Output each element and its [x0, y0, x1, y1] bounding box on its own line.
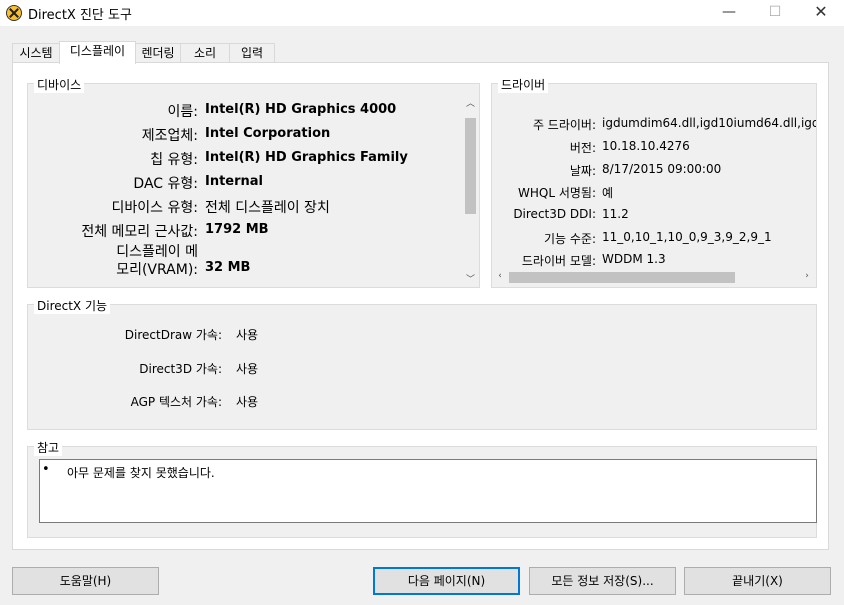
- vram-value: 32 MB: [205, 260, 251, 275]
- chip-type-value: Intel(R) HD Graphics Family: [205, 150, 408, 165]
- version-value: 10.18.10.4276: [602, 139, 690, 153]
- tab-input[interactable]: 입력: [229, 43, 275, 63]
- help-button[interactable]: 도움말(H): [12, 567, 159, 595]
- feature-levels-value: 11_0,10_1,10_0,9_3,9_2,9_1: [602, 230, 772, 244]
- device-name-label: 이름:: [167, 104, 198, 120]
- next-page-button[interactable]: 다음 페이지(N): [373, 567, 520, 595]
- d3d-ddi-label: Direct3D DDI:: [513, 207, 596, 221]
- driver-model-value: WDDM 1.3: [602, 252, 666, 266]
- close-button[interactable]: ✕: [798, 0, 844, 26]
- vram-label-line1: 디스플레이 메: [116, 244, 198, 260]
- driver-model-label: 드라이버 모델:: [521, 254, 596, 268]
- driver-info-list: 주 드라이버: igdumdim64.dll,igd10iumd64.dll,i…: [492, 84, 816, 269]
- maximize-button[interactable]: ☐: [752, 0, 798, 26]
- chip-type-label: 칩 유형:: [150, 152, 198, 168]
- directx-app-icon: [6, 5, 22, 21]
- dac-type-value: Internal: [205, 174, 264, 189]
- direct3d-accel-value: 사용: [236, 362, 259, 376]
- notes-textbox[interactable]: • 아무 문제를 찾지 못했습니다.: [39, 459, 817, 523]
- notes-item: 아무 문제를 찾지 못했습니다.: [67, 466, 215, 480]
- agp-texture-accel-label: AGP 텍스처 가속:: [130, 395, 222, 409]
- feature-levels-label: 기능 수준:: [543, 232, 596, 246]
- directx-features-group: DirectX 기능 DirectDraw 가속: 사용 Direct3D 가속…: [27, 297, 817, 430]
- minimize-button[interactable]: —: [706, 0, 752, 26]
- scroll-right-arrow-icon[interactable]: ›: [801, 271, 813, 281]
- horizontal-scroll-thumb[interactable]: [509, 272, 735, 283]
- device-name-value: Intel(R) HD Graphics 4000: [205, 102, 397, 117]
- title-bar: DirectX 진단 도구 — ☐ ✕: [0, 0, 844, 26]
- vram-label-line2: 모리(VRAM):: [116, 262, 198, 278]
- device-type-label: 디바이스 유형:: [111, 200, 198, 216]
- save-all-info-button[interactable]: 모든 정보 저장(S)...: [529, 567, 676, 595]
- tab-panel: 디바이스 이름: Intel(R) HD Graphics 4000 제조업체:…: [12, 62, 829, 550]
- directx-features-title: DirectX 기능: [34, 297, 111, 314]
- scroll-down-arrow-icon[interactable]: ﹀: [462, 272, 479, 285]
- manufacturer-value: Intel Corporation: [205, 126, 331, 141]
- scroll-thumb[interactable]: [465, 118, 476, 214]
- tab-display[interactable]: 디스플레이: [59, 41, 136, 64]
- version-label: 버전:: [569, 141, 596, 155]
- date-label: 날짜:: [569, 164, 596, 178]
- tab-sound[interactable]: 소리: [180, 43, 230, 63]
- date-value: 8/17/2015 09:00:00: [602, 162, 722, 176]
- directdraw-accel-label: DirectDraw 가속:: [124, 328, 222, 342]
- scroll-left-arrow-icon[interactable]: ‹: [494, 271, 506, 281]
- tab-system[interactable]: 시스템: [12, 43, 60, 63]
- main-driver-value: igdumdim64.dll,igd10iumd64.dll,igd10i: [602, 116, 816, 130]
- manufacturer-label: 제조업체:: [141, 128, 198, 144]
- notes-title: 참고: [34, 439, 63, 456]
- device-vertical-scrollbar[interactable]: ︿ ﹀: [462, 94, 479, 286]
- dac-type-label: DAC 유형:: [133, 176, 198, 192]
- whql-value: 예: [602, 186, 614, 200]
- d3d-ddi-value: 11.2: [602, 207, 629, 221]
- bullet-icon: •: [42, 462, 50, 477]
- device-group: 디바이스 이름: Intel(R) HD Graphics 4000 제조업체:…: [27, 76, 480, 288]
- scroll-up-arrow-icon[interactable]: ︿: [462, 96, 479, 109]
- device-info-list: 이름: Intel(R) HD Graphics 4000 제조업체: Inte…: [28, 90, 462, 286]
- total-memory-value: 1792 MB: [205, 222, 269, 237]
- driver-horizontal-scrollbar[interactable]: ‹ ›: [492, 269, 816, 286]
- total-memory-label: 전체 메모리 근사값:: [81, 224, 198, 240]
- device-type-value: 전체 디스플레이 장치: [205, 200, 330, 216]
- directdraw-accel-value: 사용: [236, 328, 259, 342]
- whql-label: WHQL 서명됨:: [518, 186, 596, 200]
- direct3d-accel-label: Direct3D 가속:: [139, 362, 222, 376]
- tab-render[interactable]: 렌더링: [135, 43, 181, 63]
- window-title: DirectX 진단 도구: [28, 8, 132, 23]
- driver-group: 드라이버 주 드라이버: igdumdim64.dll,igd10iumd64.…: [491, 76, 817, 288]
- main-driver-label: 주 드라이버:: [532, 118, 596, 132]
- exit-button[interactable]: 끝내기(X): [684, 567, 831, 595]
- agp-texture-accel-value: 사용: [236, 395, 259, 409]
